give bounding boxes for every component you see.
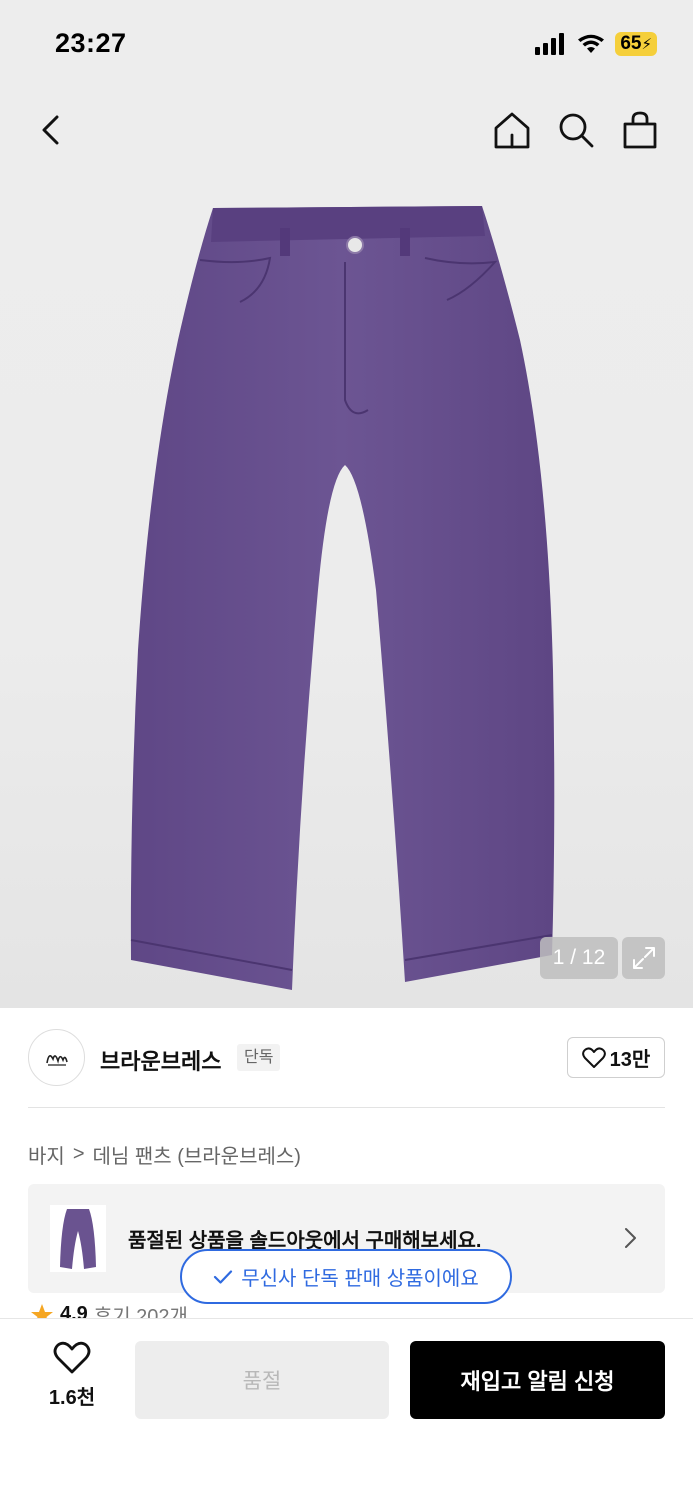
wifi-icon: [578, 34, 605, 53]
expand-icon: [632, 947, 655, 969]
brand-like-button[interactable]: 13만: [567, 1037, 665, 1078]
image-counter: 1 / 12: [540, 937, 618, 979]
soldout-thumbnail: [50, 1205, 106, 1272]
expand-image-button[interactable]: [622, 937, 665, 979]
brand-row: 브라운브레스 단독 13만: [0, 1008, 693, 1108]
check-icon: [214, 1269, 233, 1284]
search-icon: [559, 113, 594, 148]
top-navigation: [0, 90, 693, 170]
divider: [28, 1107, 665, 1108]
shopping-bag-icon: [623, 111, 657, 149]
home-button[interactable]: [490, 108, 534, 152]
soldout-button: 품절: [135, 1341, 389, 1419]
home-icon: [494, 112, 530, 149]
search-button[interactable]: [554, 108, 598, 152]
breadcrumb: 바지 > 데님 팬츠 (브라운브레스): [28, 1140, 301, 1169]
battery-charging-icon: 65⚡: [615, 32, 657, 56]
exclusive-notice-text: 무신사 단독 판매 상품이에요: [241, 1268, 479, 1290]
heart-icon: [53, 1341, 91, 1374]
brand-like-count: 13만: [609, 1049, 651, 1071]
battery-level: 65: [620, 33, 642, 54]
brand-name[interactable]: 브라운브레스: [100, 1044, 221, 1076]
product-image-carousel[interactable]: 1 / 12: [0, 170, 693, 1008]
status-icons: 65⚡: [535, 32, 657, 56]
bottom-action-bar: 1.6천 품절 재입고 알림 신청: [0, 1318, 693, 1500]
exclusive-notice-pill: 무신사 단독 판매 상품이에요: [180, 1249, 512, 1304]
back-button[interactable]: [32, 110, 72, 150]
wishlist-count: 1.6천: [48, 1387, 96, 1409]
heart-outline-icon: [581, 1046, 606, 1068]
exclusive-tag: 단독: [237, 1044, 281, 1071]
restock-alert-button[interactable]: 재입고 알림 신청: [410, 1341, 665, 1419]
cellular-signal-icon: [535, 33, 565, 55]
breadcrumb-subcategory[interactable]: 데님 팬츠 (브라운브레스): [93, 1140, 301, 1169]
product-image: [130, 206, 555, 990]
back-chevron-icon: [42, 115, 59, 145]
breadcrumb-separator: >: [72, 1143, 85, 1165]
brand-logo[interactable]: [28, 1029, 85, 1086]
cart-button[interactable]: [618, 108, 662, 152]
breadcrumb-category[interactable]: 바지: [28, 1140, 65, 1169]
brand-logo-mark: [45, 1054, 68, 1066]
status-bar: 23:27 65⚡: [0, 0, 693, 90]
chevron-right-icon: [625, 1228, 636, 1248]
wishlist-button[interactable]: 1.6천: [30, 1341, 114, 1421]
status-time: 23:27: [55, 28, 127, 58]
